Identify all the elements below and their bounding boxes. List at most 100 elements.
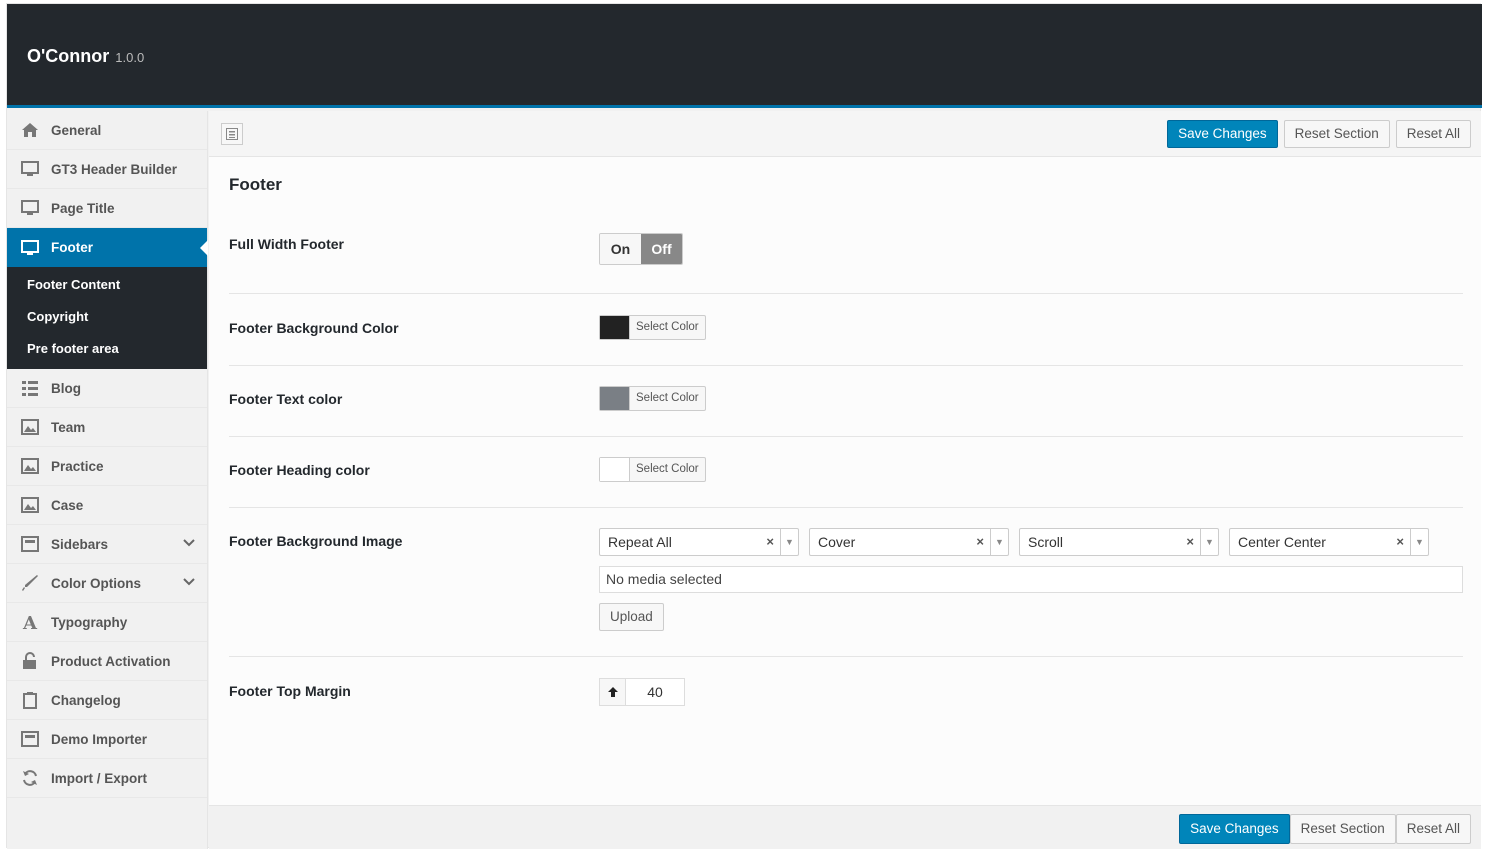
- footer-text-color-picker[interactable]: Select Color: [599, 386, 706, 411]
- sidebar-item-import-export[interactable]: Import / Export: [7, 759, 207, 798]
- subnav-item-pre-footer-area[interactable]: Pre footer area: [7, 333, 207, 365]
- switch-on-option[interactable]: On: [600, 234, 641, 264]
- footer-bg-image-row: Footer Background Image Repeat All × ▼ C…: [229, 523, 1463, 657]
- switch-off-option[interactable]: Off: [641, 234, 682, 264]
- sidebar-item-color-options[interactable]: Color Options: [7, 564, 207, 603]
- footer-heading-color-picker[interactable]: Select Color: [599, 457, 706, 482]
- unlock-icon: [21, 652, 39, 670]
- footer-bg-color-picker[interactable]: Select Color: [599, 315, 706, 340]
- bg-attachment-select[interactable]: Scroll × ▼: [1019, 528, 1219, 556]
- sidebar-item-label: Sidebars: [51, 536, 109, 552]
- layout-icon: [21, 730, 39, 748]
- panel-header: O'Connor 1.0.0: [7, 4, 1482, 108]
- color-swatch[interactable]: [600, 316, 630, 339]
- app-name: O'Connor: [27, 46, 110, 66]
- top-margin-value[interactable]: 40: [626, 679, 684, 705]
- save-changes-button[interactable]: Save Changes: [1167, 120, 1278, 148]
- full-width-footer-row: Full Width Footer On Off: [229, 226, 1463, 294]
- reset-all-button[interactable]: Reset All: [1395, 814, 1471, 844]
- footer-text-color-row: Footer Text color Select Color: [229, 381, 1463, 437]
- chevron-down-icon: [183, 537, 195, 552]
- sidebar-item-practice[interactable]: Practice: [7, 447, 207, 486]
- layout-icon: [21, 535, 39, 553]
- full-width-footer-switch[interactable]: On Off: [599, 233, 683, 265]
- sidebar-item-label: GT3 Header Builder: [51, 161, 178, 177]
- image-icon: [21, 457, 39, 475]
- monitor-icon: [21, 239, 39, 257]
- typography-icon: A: [21, 613, 39, 631]
- sidebar-item-label: Case: [51, 497, 84, 513]
- top-toolbar: Save Changes Reset Section Reset All: [209, 111, 1481, 157]
- bg-repeat-select[interactable]: Repeat All × ▼: [599, 528, 799, 556]
- footer-subnav: Footer Content Copyright Pre footer area: [7, 267, 207, 369]
- sidebar-item-label: Demo Importer: [51, 731, 148, 747]
- sidebar: General GT3 Header Builder Page Title Fo…: [7, 111, 208, 849]
- sidebar-item-product-activation[interactable]: Product Activation: [7, 642, 207, 681]
- sidebar-item-label: Product Activation: [51, 653, 171, 669]
- color-swatch[interactable]: [600, 458, 630, 481]
- footer-top-margin-label: Footer Top Margin: [229, 683, 351, 699]
- dropdown-arrow-icon[interactable]: ▼: [990, 529, 1008, 555]
- full-width-footer-label: Full Width Footer: [229, 236, 344, 252]
- reset-section-button[interactable]: Reset Section: [1289, 814, 1396, 844]
- subnav-item-footer-content[interactable]: Footer Content: [7, 269, 207, 301]
- image-icon: [21, 496, 39, 514]
- footer-bg-color-label: Footer Background Color: [229, 320, 399, 336]
- sidebar-item-label: Practice: [51, 458, 104, 474]
- app-title: O'Connor 1.0.0: [27, 46, 144, 67]
- sidebar-item-gt3-header-builder[interactable]: GT3 Header Builder: [7, 150, 207, 189]
- sidebar-item-general[interactable]: General: [7, 111, 207, 150]
- options-panel: O'Connor 1.0.0 General GT3 Header Builder…: [6, 3, 1482, 849]
- select-color-button[interactable]: Select Color: [630, 316, 705, 339]
- sidebar-item-label: Team: [51, 419, 86, 435]
- sidebar-item-team[interactable]: Team: [7, 408, 207, 447]
- sidebar-item-label: Changelog: [51, 692, 121, 708]
- sidebar-item-label: Typography: [51, 614, 128, 630]
- reset-section-button[interactable]: Reset Section: [1283, 120, 1390, 148]
- sidebar-item-demo-importer[interactable]: Demo Importer: [7, 720, 207, 759]
- sidebar-item-sidebars[interactable]: Sidebars: [7, 525, 207, 564]
- brush-icon: [21, 574, 39, 592]
- footer-heading-color-label: Footer Heading color: [229, 462, 370, 478]
- sidebar-item-footer[interactable]: Footer: [7, 228, 208, 267]
- sidebar-item-case[interactable]: Case: [7, 486, 207, 525]
- sidebar-item-label: Import / Export: [51, 770, 148, 786]
- media-url-field[interactable]: No media selected: [599, 566, 1463, 593]
- section-title: Footer: [229, 175, 282, 194]
- dropdown-arrow-icon[interactable]: ▼: [1200, 529, 1218, 555]
- sidebar-item-changelog[interactable]: Changelog: [7, 681, 207, 720]
- svg-text:A: A: [22, 613, 38, 631]
- sidebar-item-label: Page Title: [51, 200, 115, 216]
- clear-icon[interactable]: ×: [766, 534, 774, 549]
- bg-size-select[interactable]: Cover × ▼: [809, 528, 1009, 556]
- arrow-up-icon[interactable]: [600, 679, 626, 705]
- select-color-button[interactable]: Select Color: [630, 458, 705, 481]
- sidebar-item-page-title[interactable]: Page Title: [7, 189, 207, 228]
- reset-all-button[interactable]: Reset All: [1395, 120, 1471, 148]
- top-margin-input[interactable]: 40: [599, 678, 685, 706]
- sidebar-item-typography[interactable]: A Typography: [7, 603, 207, 642]
- clear-icon[interactable]: ×: [976, 534, 984, 549]
- footer-top-margin-row: Footer Top Margin 40: [229, 673, 1463, 743]
- clear-icon[interactable]: ×: [1396, 534, 1404, 549]
- save-changes-button[interactable]: Save Changes: [1179, 814, 1290, 844]
- list-icon: [21, 379, 39, 397]
- select-color-button[interactable]: Select Color: [630, 387, 705, 410]
- footer-bg-image-label: Footer Background Image: [229, 533, 403, 549]
- sidebar-item-label: Color Options: [51, 575, 141, 591]
- sidebar-item-blog[interactable]: Blog: [7, 369, 207, 408]
- expand-options-icon[interactable]: [221, 123, 243, 145]
- home-icon: [21, 121, 39, 139]
- image-icon: [21, 418, 39, 436]
- dropdown-arrow-icon[interactable]: ▼: [1410, 529, 1428, 555]
- app-version: 1.0.0: [115, 50, 145, 65]
- clear-icon[interactable]: ×: [1186, 534, 1194, 549]
- upload-button[interactable]: Upload: [599, 603, 664, 631]
- footer-heading-color-row: Footer Heading color Select Color: [229, 452, 1463, 508]
- footer-text-color-label: Footer Text color: [229, 391, 343, 407]
- subnav-item-copyright[interactable]: Copyright: [7, 301, 207, 333]
- dropdown-arrow-icon[interactable]: ▼: [780, 529, 798, 555]
- refresh-icon: [21, 769, 39, 787]
- bg-position-select[interactable]: Center Center × ▼: [1229, 528, 1429, 556]
- color-swatch[interactable]: [600, 387, 630, 410]
